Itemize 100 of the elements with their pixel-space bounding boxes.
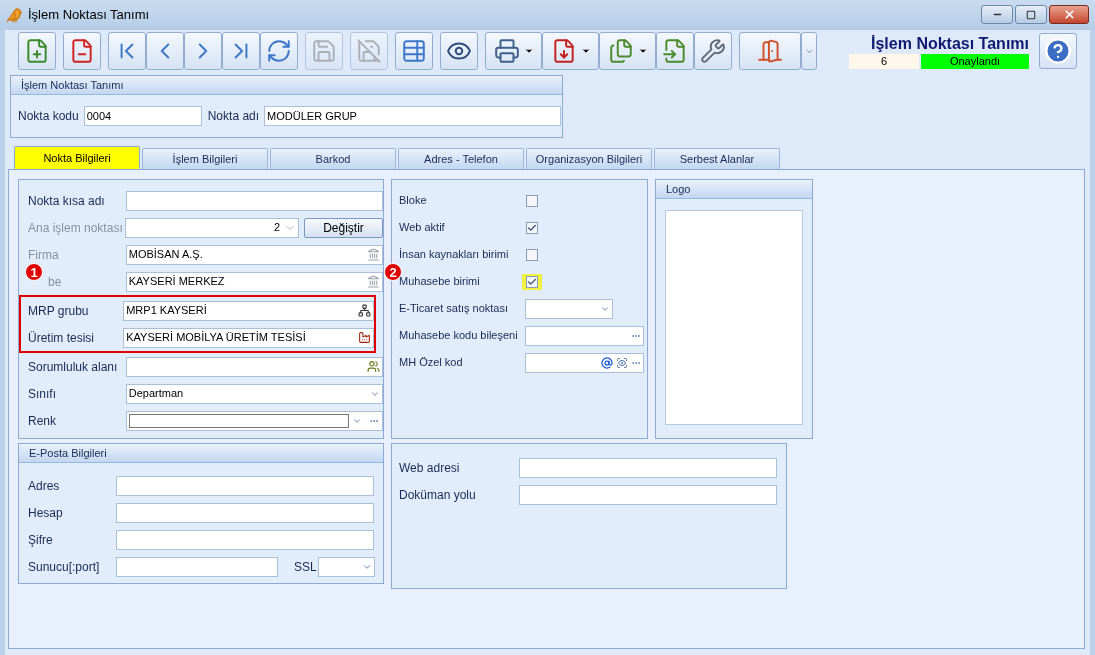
field-label: be: [48, 273, 63, 291]
maximize-button[interactable]: [1015, 5, 1047, 24]
print-button[interactable]: [485, 32, 542, 70]
wrench-icon: [700, 38, 726, 64]
prev-button[interactable]: [146, 32, 184, 70]
first-button[interactable]: [108, 32, 146, 70]
table-search-icon: [401, 38, 427, 64]
text-field[interactable]: [116, 556, 278, 577]
at-sign-icon: [601, 356, 613, 369]
dropdown-field[interactable]: [525, 298, 613, 319]
text-field[interactable]: MODÜLER GRUP: [264, 106, 562, 126]
checkbox[interactable]: [526, 275, 538, 288]
caret-icon: [580, 46, 591, 56]
text-field[interactable]: [116, 502, 374, 523]
field-label: Sınıfı: [28, 385, 57, 403]
field-label: MH Özel kod: [399, 355, 464, 371]
lookup-field[interactable]: [525, 325, 644, 346]
factory-icon: [358, 331, 371, 344]
lookup-field[interactable]: MRP1 KAYSERİ: [123, 300, 374, 321]
field-label: Web adresi: [399, 459, 461, 477]
code-field[interactable]: [525, 352, 644, 373]
eye-icon: [616, 356, 628, 369]
lookup-field[interactable]: KAYSERİ MOBİLYA ÜRETİM TESİSİ: [123, 327, 374, 348]
text-field[interactable]: 0004: [83, 106, 202, 126]
color-picker[interactable]: [125, 410, 383, 431]
maximize-icon: [1026, 9, 1036, 20]
help-icon: [1044, 37, 1072, 65]
text-field[interactable]: [519, 484, 777, 505]
color-input[interactable]: [128, 413, 349, 428]
bank-icon: [367, 275, 380, 288]
field-label: Nokta adı: [207, 108, 260, 125]
exit-button[interactable]: [739, 32, 801, 70]
delete-button[interactable]: [63, 32, 101, 70]
checkbox[interactable]: [526, 194, 538, 207]
new-file-icon: [24, 38, 50, 64]
lookup-field[interactable]: [125, 356, 383, 377]
text-field[interactable]: [125, 190, 383, 211]
tools-button[interactable]: [694, 32, 732, 70]
caret-icon: [637, 46, 648, 56]
import-button[interactable]: [656, 32, 694, 70]
window-title: İşlem Noktası Tanımı: [28, 6, 150, 25]
field-label: Sorumluluk alanı: [28, 358, 119, 376]
group-header: İşlem Noktası Tanımı: [11, 76, 562, 95]
tab[interactable]: Barkod: [270, 148, 396, 169]
minimize-button[interactable]: [981, 5, 1013, 24]
pdf-button[interactable]: [542, 32, 599, 70]
tab[interactable]: Serbest Alanlar: [654, 148, 780, 169]
record-number: 6: [849, 53, 919, 69]
field-label: Bloke: [399, 193, 428, 209]
bank-icon: [367, 248, 380, 261]
tab[interactable]: Organizasyon Bilgileri: [526, 148, 652, 169]
field-label: Renk: [28, 412, 57, 430]
field-label: Firma: [28, 246, 60, 264]
new-button[interactable]: [18, 32, 56, 70]
preview-button[interactable]: [440, 32, 478, 70]
text-field[interactable]: [519, 457, 777, 478]
cancel-save-icon: [356, 38, 382, 64]
text-field[interactable]: [116, 475, 374, 496]
refresh-button[interactable]: [260, 32, 298, 70]
next-button[interactable]: [184, 32, 222, 70]
checkbox[interactable]: [526, 248, 538, 261]
field-label: Muhasebe kodu bileşeni: [399, 328, 519, 344]
field-label: Nokta kodu: [18, 108, 79, 125]
field-label: Adres: [28, 477, 61, 495]
export-icon: [607, 38, 634, 64]
field-label: Hesap: [28, 504, 64, 522]
delete-file-icon: [69, 38, 95, 64]
tree-icon: [358, 304, 371, 317]
save-icon: [311, 38, 337, 64]
caret-icon: [523, 46, 534, 56]
field-label: Şifre: [28, 531, 54, 549]
dropdown-button[interactable]: [801, 32, 817, 70]
form-title: İşlem Noktası Tanımı: [871, 33, 1029, 54]
tab[interactable]: İşlem Bilgileri: [142, 148, 268, 169]
field-label: Sunucu[:port]: [28, 558, 101, 576]
tab[interactable]: Adres - Telefon: [398, 148, 524, 169]
field-label: Muhasebe birimi: [399, 274, 481, 290]
field-label: Nokta kısa adı: [28, 192, 106, 210]
field-label: İnsan kaynakları birimi: [399, 247, 510, 263]
close-icon: [1062, 8, 1076, 21]
field-label: SSL: [294, 558, 318, 576]
field-label: Web aktif: [399, 220, 446, 236]
tab[interactable]: Nokta Bilgileri: [14, 146, 140, 169]
group-header: Logo: [656, 180, 812, 199]
dropdown-field[interactable]: [318, 556, 375, 577]
group-header: E-Posta Bilgileri: [19, 444, 383, 463]
import-icon: [662, 38, 688, 64]
text-field[interactable]: [116, 529, 374, 550]
checkbox[interactable]: [526, 221, 538, 234]
field-label: MRP grubu: [28, 302, 90, 320]
status-label: Onaylandı: [921, 53, 1029, 69]
close-button[interactable]: [1049, 5, 1089, 24]
check-icon: [527, 222, 537, 233]
printer-icon: [493, 38, 520, 64]
help-button[interactable]: [1039, 33, 1077, 69]
last-button[interactable]: [222, 32, 260, 70]
refresh-icon: [266, 38, 292, 64]
find-button[interactable]: [395, 32, 433, 70]
dropdown-field[interactable]: Departman: [125, 383, 383, 404]
export-button[interactable]: [599, 32, 656, 70]
